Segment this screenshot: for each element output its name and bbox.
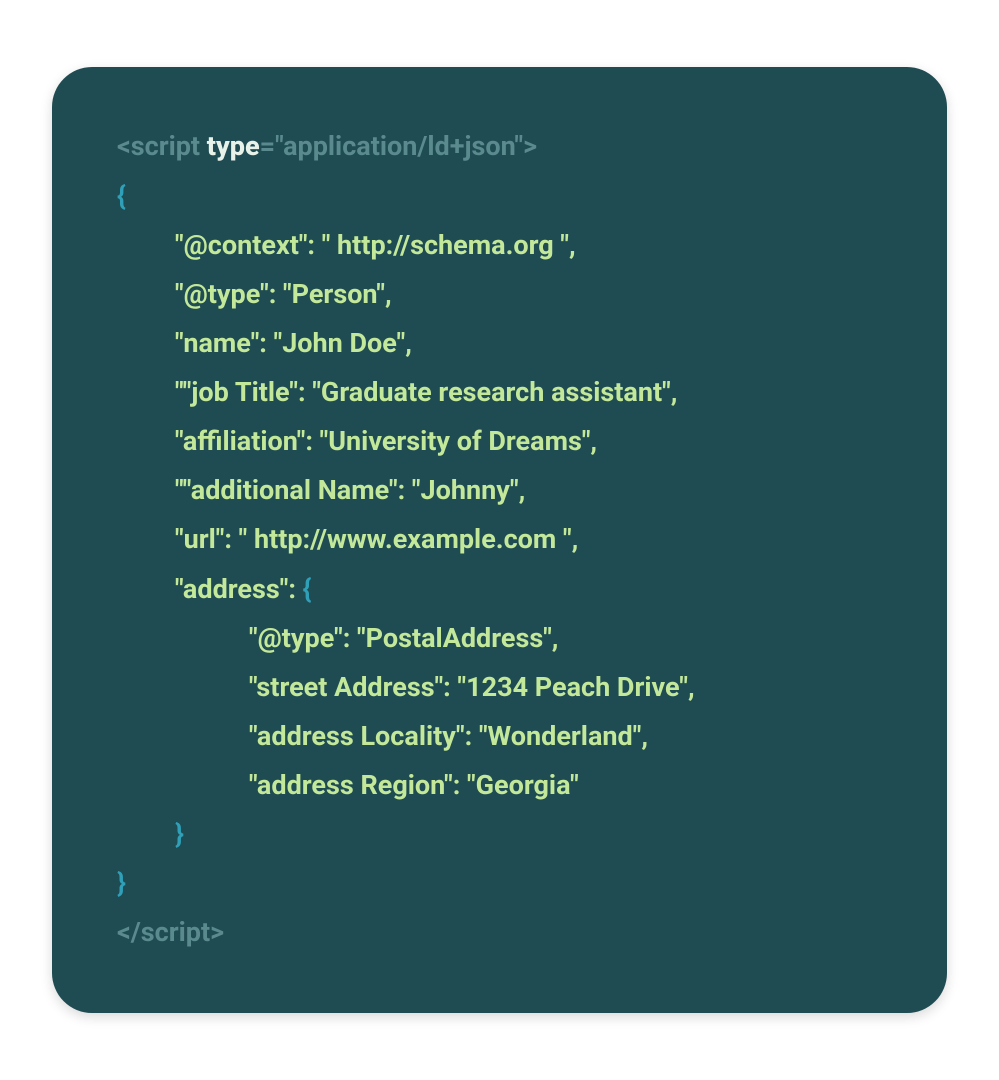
attr-name: type <box>200 130 260 162</box>
tag-name-open: script <box>131 130 200 162</box>
json-line-nested: "address Region": "Georgia" <box>117 761 579 810</box>
attr-equals: = <box>260 130 276 162</box>
brace-close-outer: } <box>117 867 126 899</box>
attr-value: "application/ld+json" <box>275 130 523 162</box>
json-line: "affiliation": "University of Dreams", <box>117 417 597 466</box>
code-content: <script type="application/ld+json"> { "@… <box>117 122 897 957</box>
close-bracket: > <box>523 130 537 162</box>
brace-open-outer: { <box>117 180 126 212</box>
brace-close-inner: } <box>117 810 184 859</box>
brace-open-inner: { <box>303 573 312 605</box>
json-line-nested: "@type": "PostalAddress", <box>117 614 558 663</box>
open-bracket: < <box>117 130 131 162</box>
json-line: "@context": " http://schema.org ", <box>117 221 576 270</box>
json-line: "url": " http://www.example.com ", <box>117 515 578 564</box>
address-key: "address": <box>175 573 303 605</box>
json-line-nested: "street Address": "1234 Peach Drive", <box>117 663 695 712</box>
tag-name-close: script <box>141 916 210 948</box>
json-line: "@type": "Person", <box>117 270 392 319</box>
json-line: ""job Title": "Graduate research assista… <box>117 368 677 417</box>
json-line: ""additional Name": "Johnny", <box>117 466 525 515</box>
json-line-nested: "address Locality": "Wonderland", <box>117 712 648 761</box>
close-tag-close-bracket: > <box>210 916 224 948</box>
code-block: <script type="application/ld+json"> { "@… <box>52 67 947 1012</box>
close-tag-open-bracket: </ <box>117 916 141 948</box>
json-line: "name": "John Doe", <box>117 319 412 368</box>
